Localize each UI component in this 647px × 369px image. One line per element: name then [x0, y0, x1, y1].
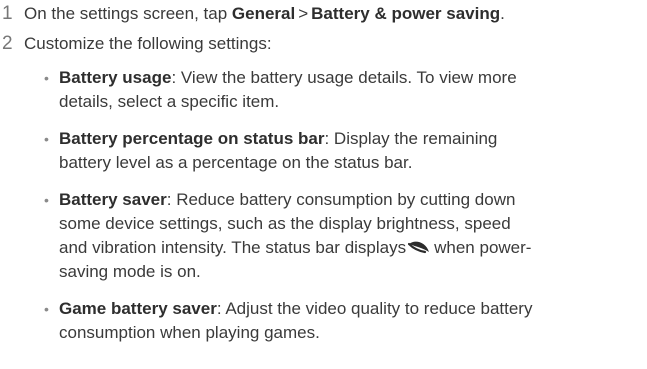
setting-desc-line: and vibration intensity. The status bar …	[59, 238, 407, 257]
setting-term: Game battery saver	[59, 299, 217, 318]
step-number: 1	[2, 3, 13, 24]
setting-desc-line: consumption when playing games.	[59, 323, 320, 342]
step-text: On the settings screen, tap General > Batt…	[24, 2, 505, 26]
menu-battery-power-saving: Battery & power saving	[311, 4, 501, 23]
setting-desc-line: battery level as a percentage on the sta…	[59, 153, 413, 172]
setting-desc-line: : Display the remaining	[324, 129, 498, 148]
setting-desc-line: some device settings, such as the displa…	[59, 214, 511, 233]
step-number: 2	[2, 33, 13, 54]
setting-desc-line: : Reduce battery consumption by cutting …	[166, 190, 516, 209]
bullet-dot: •	[44, 70, 49, 86]
setting-desc-line: when power-	[434, 238, 532, 257]
menu-general: General	[231, 4, 296, 23]
setting-desc-line: saving mode is on.	[59, 262, 201, 281]
path-separator: >	[298, 4, 309, 23]
setting-term: Battery percentage on status bar	[59, 129, 325, 148]
setting-term: Battery usage	[59, 68, 172, 87]
setting-desc-line: : View the battery usage details. To vie…	[171, 68, 517, 87]
bullet-dot: •	[44, 301, 49, 317]
setting-desc-line: : Adjust the video quality to reduce bat…	[216, 299, 533, 318]
setting-desc-line: details, select a specific item.	[59, 92, 280, 111]
step-text: Customize the following settings:	[24, 34, 272, 53]
manual-page: 1 On the settings screen, tap General > Ba…	[0, 0, 647, 369]
step-1-suffix: .	[500, 4, 505, 23]
step-1-prefix: On the settings screen, tap	[24, 4, 232, 23]
setting-term: Battery saver	[59, 190, 167, 209]
bullet-dot: •	[44, 131, 49, 147]
bullet-dot: •	[44, 192, 49, 208]
leaf-icon	[408, 241, 430, 254]
